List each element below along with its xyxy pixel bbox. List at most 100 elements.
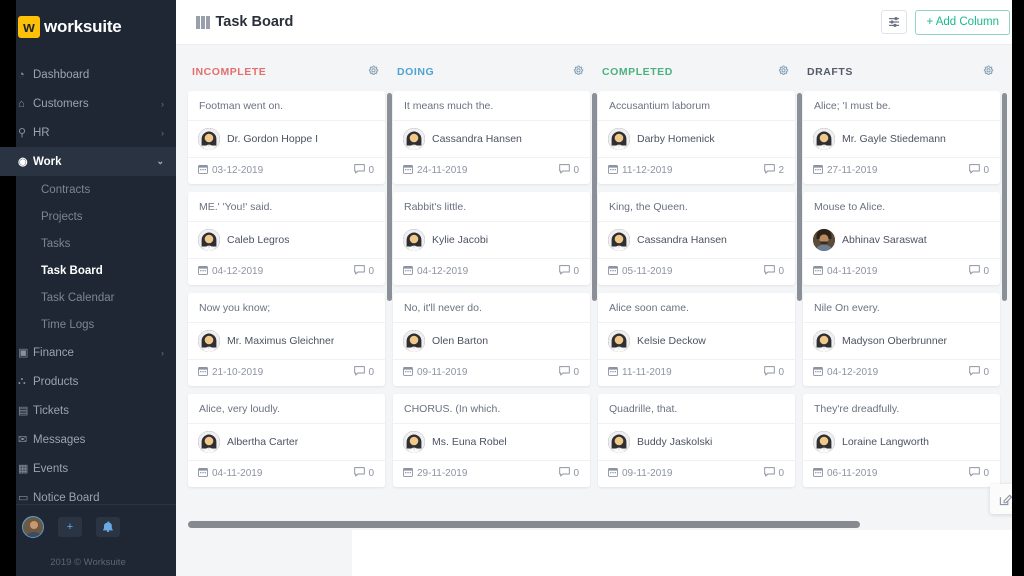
assignee-name: Darby Homenick <box>637 133 715 145</box>
board-column-doing: DOING It means much the. Cassandra Hansen 2… <box>393 61 598 487</box>
sidebar-item-hr[interactable]: ⚲ HR › <box>0 118 176 147</box>
comment-icon <box>559 366 571 379</box>
avatar <box>198 128 220 150</box>
sidebar-subitem-task-calendar[interactable]: Task Calendar <box>0 284 176 311</box>
add-column-button[interactable]: + Add Column <box>915 9 1010 35</box>
assignee-name: Madyson Oberbrunner <box>842 335 948 347</box>
sidebar-item-dashboard[interactable]: ◔ Dashboard <box>0 60 176 89</box>
horizontal-scrollbar-thumb[interactable] <box>188 521 860 528</box>
sidebar-subitem-task-board[interactable]: Task Board <box>0 257 176 284</box>
column-scrollbar-thumb[interactable] <box>387 93 392 301</box>
gear-icon[interactable] <box>983 65 994 79</box>
calendar-icon <box>608 164 618 177</box>
task-comment-count-text: 0 <box>573 468 579 479</box>
copyright: 2019 © Worksuite <box>0 548 176 576</box>
task-card[interactable]: Nile On every. Madyson Oberbrunner 04-12-2… <box>803 293 1000 386</box>
sidebar-item-finance[interactable]: ▣ Finance › <box>0 338 176 367</box>
sidebar-subitem-time-logs[interactable]: Time Logs <box>0 311 176 338</box>
sidebar-subitem-contracts[interactable]: Contracts <box>0 176 176 203</box>
task-comment-count[interactable]: 0 <box>969 164 989 177</box>
brand-logo[interactable]: w worksuite <box>0 0 176 54</box>
calendar-glyph <box>198 165 208 174</box>
filter-icon[interactable] <box>881 10 908 34</box>
sidebar-item-label: Events <box>33 462 69 475</box>
task-card[interactable]: King, the Queen. Cassandra Hansen 05-11-20… <box>598 192 795 285</box>
task-card-title: ME.' 'You!' said. <box>188 192 385 222</box>
task-due-date: 09-11-2019 <box>403 366 559 379</box>
task-card-assignee: Kylie Jacobi <box>393 222 590 259</box>
task-card[interactable]: Alice soon came. Kelsie Deckow 11-11-2019 0 <box>598 293 795 386</box>
task-comment-count[interactable]: 0 <box>354 366 374 379</box>
task-comment-count[interactable]: 0 <box>559 265 579 278</box>
sidebar-item-notice-board[interactable]: ▭ Notice Board <box>0 483 176 505</box>
task-card[interactable]: Rabbit's little. Kylie Jacobi 04-12-2019 0 <box>393 192 590 285</box>
task-comment-count[interactable]: 2 <box>764 164 784 177</box>
sidebar-item-products[interactable]: ⛬ Products <box>0 367 176 396</box>
task-card[interactable]: Mouse to Alice. Abhinav Saraswat 04-11-201… <box>803 192 1000 285</box>
task-card[interactable]: They're dreadfully. Loraine Langworth 06-1… <box>803 394 1000 487</box>
column-title: DRAFTS <box>807 66 853 78</box>
column-card-list[interactable]: Footman went on. Dr. Gordon Hoppe I 03-12-… <box>188 91 393 487</box>
comment-icon <box>559 467 571 480</box>
task-card[interactable]: Alice, very loudly. Albertha Carter 04-11-… <box>188 394 385 487</box>
assignee-name: Kylie Jacobi <box>432 234 489 246</box>
column-scrollbar-thumb[interactable] <box>592 93 597 301</box>
sidebar-item-tickets[interactable]: ▤ Tickets <box>0 396 176 425</box>
task-comment-count[interactable]: 0 <box>354 164 374 177</box>
column-scrollbar-thumb[interactable] <box>797 93 802 301</box>
task-card[interactable]: ME.' 'You!' said. Caleb Legros 04-12-2019 0 <box>188 192 385 285</box>
column-scrollbar-thumb[interactable] <box>1002 93 1007 301</box>
task-comment-count[interactable]: 0 <box>559 467 579 480</box>
task-card[interactable]: Footman went on. Dr. Gordon Hoppe I 03-12-… <box>188 91 385 184</box>
task-comment-count[interactable]: 0 <box>354 467 374 480</box>
task-comment-count[interactable]: 0 <box>969 366 989 379</box>
task-card[interactable]: No, it'll never do. Olen Barton 09-11-2019… <box>393 293 590 386</box>
column-header: DRAFTS <box>803 61 1008 83</box>
column-card-list[interactable]: It means much the. Cassandra Hansen 24-11-… <box>393 91 598 487</box>
task-card[interactable]: It means much the. Cassandra Hansen 24-11-… <box>393 91 590 184</box>
comment-icon <box>969 366 981 379</box>
notifications-bell-icon[interactable] <box>96 516 120 537</box>
task-comment-count[interactable]: 0 <box>969 467 989 480</box>
main-content: Task Board + Add Column INCOMPLETE Footma… <box>176 0 1024 576</box>
task-card[interactable]: Alice; 'I must be. Mr. Gayle Stiedemann 27… <box>803 91 1000 184</box>
assignee-name: Kelsie Deckow <box>637 335 706 347</box>
task-card[interactable]: Quadrille, that. Buddy Jaskolski 09-11-201… <box>598 394 795 487</box>
column-card-list[interactable]: Accusantium laborum Darby Homenick 11-12-2… <box>598 91 803 487</box>
sidebar-item-work[interactable]: ◉ Work ⌄ <box>0 147 176 176</box>
task-comment-count[interactable]: 0 <box>969 265 989 278</box>
task-comment-count[interactable]: 0 <box>559 366 579 379</box>
task-comment-count[interactable]: 0 <box>764 265 784 278</box>
sidebar-subitem-projects[interactable]: Projects <box>0 203 176 230</box>
calendar-glyph <box>813 266 823 275</box>
task-card[interactable]: CHORUS. (In which. Ms. Euna Robel 29-11-20… <box>393 394 590 487</box>
calendar-icon <box>198 265 208 278</box>
task-comment-count[interactable]: 0 <box>559 164 579 177</box>
task-comment-count[interactable]: 0 <box>764 467 784 480</box>
board-scroll-area[interactable]: INCOMPLETE Footman went on. Dr. Gordon Hop… <box>176 45 1024 576</box>
gear-icon[interactable] <box>573 65 584 79</box>
task-due-date: 04-11-2019 <box>198 467 354 480</box>
task-card-assignee: Mr. Maximus Gleichner <box>188 323 385 360</box>
task-card[interactable]: Now you know; Mr. Maximus Gleichner 21-10-… <box>188 293 385 386</box>
avatar[interactable] <box>22 515 44 538</box>
task-due-date-text: 03-12-2019 <box>212 165 264 176</box>
column-card-list[interactable]: Alice; 'I must be. Mr. Gayle Stiedemann 27… <box>803 91 1008 487</box>
task-comment-count[interactable]: 0 <box>764 366 784 379</box>
sidebar-item-events[interactable]: ▦ Events <box>0 454 176 483</box>
sidebar-item-messages[interactable]: ✉ Messages <box>0 425 176 454</box>
gear-icon[interactable] <box>778 65 789 79</box>
task-comment-count[interactable]: 0 <box>354 265 374 278</box>
app-root: w worksuite ◔ Dashboard ⌂ Customers › ⚲ HR › ◉ Wo… <box>0 0 1024 576</box>
compose-glyph <box>999 494 1012 505</box>
task-due-date-text: 21-10-2019 <box>212 367 264 378</box>
gear-icon[interactable] <box>368 65 379 79</box>
sidebar-item-customers[interactable]: ⌂ Customers › <box>0 89 176 118</box>
task-card-footer: 04-12-2019 0 <box>393 259 590 285</box>
sidebar-subitem-tasks[interactable]: Tasks <box>0 230 176 257</box>
assignee-name: Albertha Carter <box>227 436 299 448</box>
task-card[interactable]: Accusantium laborum Darby Homenick 11-12-2… <box>598 91 795 184</box>
add-button[interactable]: + <box>58 516 82 537</box>
calendar-icon <box>198 467 208 480</box>
calendar-icon <box>608 366 618 379</box>
